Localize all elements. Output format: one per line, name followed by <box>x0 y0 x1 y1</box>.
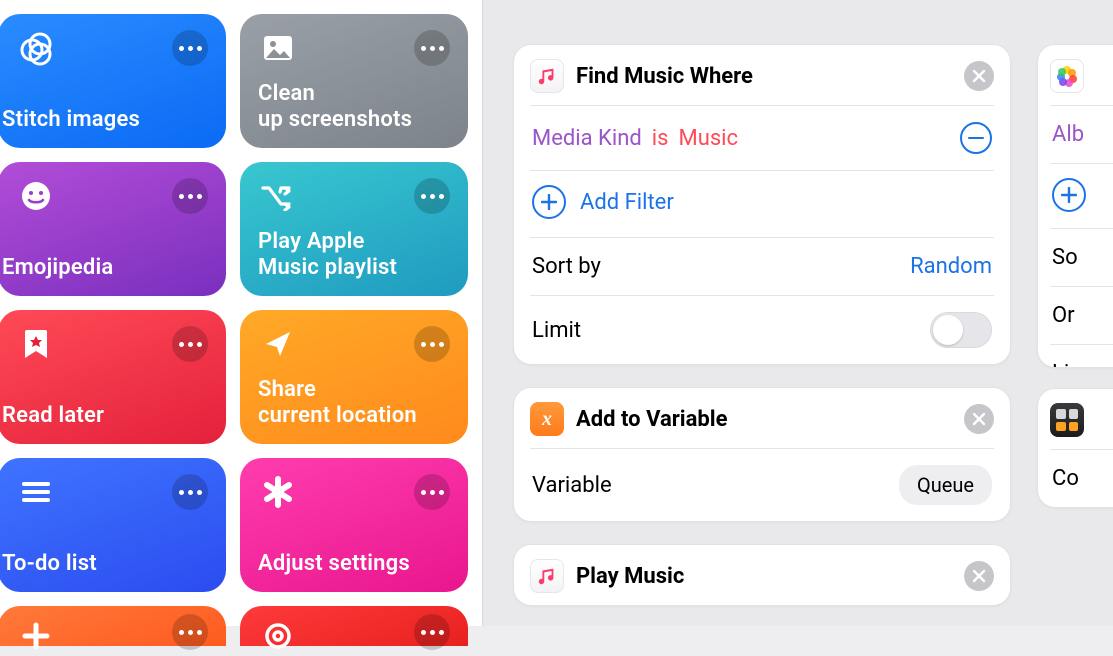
shortcut-card[interactable]: Cleanup screenshots <box>240 14 468 148</box>
shortcut-card[interactable] <box>240 606 468 646</box>
target-icon <box>258 616 298 656</box>
shuffle-icon <box>258 176 298 216</box>
variable-pill[interactable]: Queue <box>899 465 992 505</box>
shortcut-title: Adjust settings <box>258 551 450 576</box>
shortcut-title: Sharecurrent location <box>258 377 450 428</box>
filter-op: is <box>652 126 669 151</box>
smiley-icon <box>16 176 56 216</box>
shortcut-card[interactable]: Adjust settings <box>240 458 468 592</box>
row-value: Random <box>910 254 992 279</box>
more-icon[interactable] <box>414 30 450 66</box>
variable-row[interactable]: Variable Queue <box>514 449 1010 521</box>
shortcut-card[interactable]: Stitch images <box>0 14 226 148</box>
shortcut-card[interactable]: To-do list <box>0 458 226 592</box>
more-icon[interactable] <box>172 474 208 510</box>
more-icon[interactable] <box>172 326 208 362</box>
shortcut-title: Cleanup screenshots <box>258 81 450 132</box>
action-block-add-variable[interactable]: x Add to Variable Variable Queue <box>513 387 1011 522</box>
photos-app-icon <box>1050 59 1084 93</box>
row-label[interactable]: Co <box>1038 450 1113 507</box>
more-icon[interactable] <box>414 178 450 214</box>
more-icon[interactable] <box>414 474 450 510</box>
more-icon[interactable] <box>414 614 450 650</box>
action-block-play-music[interactable]: Play Music <box>513 544 1011 606</box>
list-icon <box>16 472 56 512</box>
secondary-workflow-column: Alb So Or Lim Co <box>1037 44 1113 626</box>
shortcut-card[interactable]: Play AppleMusic playlist <box>240 162 468 296</box>
bookmark-icon <box>16 324 56 364</box>
workflow-editor: Find Music Where Media Kind is Music Ad <box>482 0 1113 626</box>
shortcut-card[interactable]: Emojipedia <box>0 162 226 296</box>
row-label: Sort by <box>532 254 601 279</box>
block-title: Add to Variable <box>576 407 952 432</box>
action-block-photos[interactable]: Alb So Or Lim <box>1037 44 1113 368</box>
more-icon[interactable] <box>172 178 208 214</box>
shortcut-title: Read later <box>2 403 208 428</box>
close-icon[interactable] <box>964 561 994 591</box>
close-icon[interactable] <box>964 404 994 434</box>
overlap-circles-icon <box>16 28 56 68</box>
block-title: Play Music <box>576 564 952 589</box>
calculator-icon <box>1050 403 1084 437</box>
shortcut-card[interactable]: Sharecurrent location <box>240 310 468 444</box>
shortcut-card[interactable]: Read later <box>0 310 226 444</box>
limit-switch[interactable] <box>930 312 992 348</box>
shortcut-title: Stitch images <box>2 107 208 132</box>
shortcut-card[interactable] <box>0 606 226 646</box>
limit-row[interactable]: Limit <box>514 296 1010 364</box>
variable-icon: x <box>530 402 564 436</box>
plus-icon <box>1052 178 1086 212</box>
music-app-icon <box>530 559 564 593</box>
shortcut-title: Play AppleMusic playlist <box>258 229 450 280</box>
photo-icon <box>258 28 298 68</box>
row-label: Limit <box>532 318 581 343</box>
shortcuts-gallery: Stitch images Cleanup screenshots Emojiped… <box>0 0 482 626</box>
row-label[interactable]: Or <box>1038 287 1113 344</box>
location-icon <box>258 324 298 364</box>
plus-icon <box>532 185 566 219</box>
remove-filter-button[interactable] <box>960 122 992 154</box>
asterisk-icon <box>258 472 298 512</box>
add-filter-button[interactable] <box>1038 164 1113 228</box>
row-label: Variable <box>532 473 612 498</box>
row-label[interactable]: Lim <box>1038 345 1113 368</box>
row-label[interactable]: So <box>1038 229 1113 286</box>
action-block-calculator[interactable]: Co <box>1037 388 1113 508</box>
close-icon[interactable] <box>964 61 994 91</box>
filter-field: Media Kind <box>532 126 642 151</box>
add-filter-button[interactable]: Add Filter <box>514 171 1010 237</box>
shortcut-title: Emojipedia <box>2 255 208 280</box>
more-icon[interactable] <box>172 30 208 66</box>
music-app-icon <box>530 59 564 93</box>
filter-field[interactable]: Alb <box>1038 106 1113 163</box>
shortcut-title: To-do list <box>2 551 208 576</box>
add-filter-label: Add Filter <box>580 190 674 215</box>
more-icon[interactable] <box>172 614 208 650</box>
filter-value: Music <box>678 126 738 151</box>
more-icon[interactable] <box>414 326 450 362</box>
block-title: Find Music Where <box>576 64 952 89</box>
filter-condition[interactable]: Media Kind is Music <box>514 106 1010 170</box>
sort-by-row[interactable]: Sort by Random <box>514 238 1010 295</box>
plus-icon <box>16 616 56 656</box>
action-block-find-music[interactable]: Find Music Where Media Kind is Music Ad <box>513 44 1011 365</box>
